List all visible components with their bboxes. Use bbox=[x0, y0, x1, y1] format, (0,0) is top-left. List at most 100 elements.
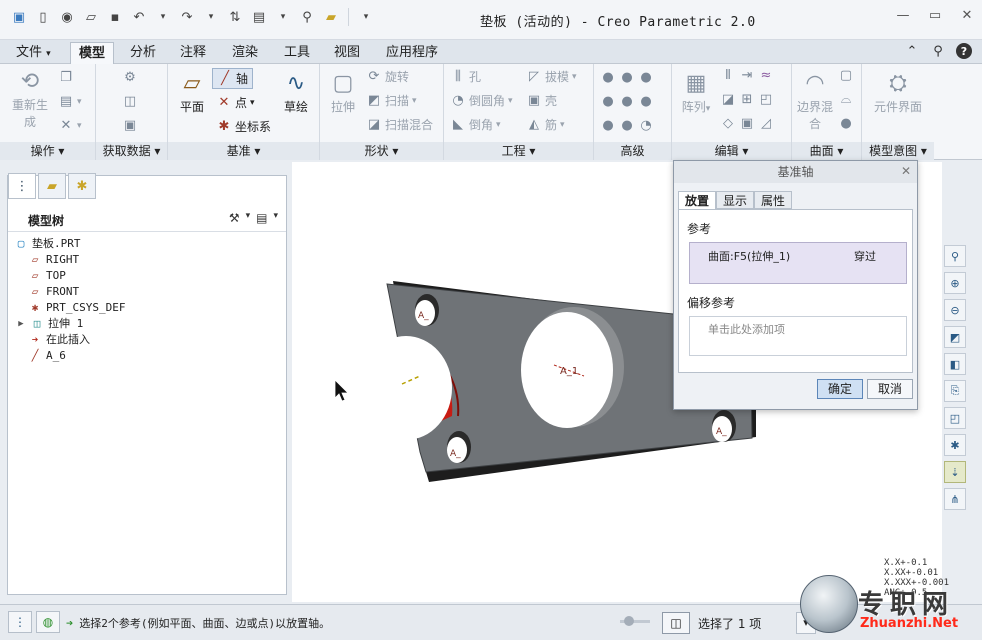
tab-render[interactable]: 渲染 bbox=[224, 42, 266, 64]
group-footer-get-data[interactable]: 获取数据 ▾ bbox=[96, 142, 167, 160]
group-footer-editing[interactable]: 编辑 ▾ bbox=[672, 142, 791, 160]
extrude-button[interactable]: ▢ 拉伸 bbox=[326, 70, 360, 115]
tree-item-insert-here[interactable]: ➔ 在此插入 bbox=[14, 332, 125, 348]
tree-item-axis[interactable]: ╱ A_6 bbox=[14, 348, 125, 364]
tree-item-part[interactable]: ▢ 垫板.PRT bbox=[14, 236, 125, 252]
favorites-tab-icon[interactable]: ✱ bbox=[68, 173, 96, 199]
trim-button[interactable]: ◇ ▣ ◿ bbox=[720, 116, 774, 132]
folder-icon[interactable]: ▰ bbox=[322, 8, 340, 26]
component-interface-button[interactable]: ⛭ 元件界面 bbox=[874, 70, 922, 115]
tree-item-right[interactable]: ▱ RIGHT bbox=[14, 252, 125, 268]
tree-item-front[interactable]: ▱ FRONT bbox=[14, 284, 125, 300]
reference-item[interactable]: 曲面:F5(拉伸_1) bbox=[708, 248, 790, 264]
search-icon[interactable]: ⚲ bbox=[930, 43, 946, 59]
saved-orientations-icon[interactable]: ⎘ bbox=[944, 380, 966, 402]
zoom-out-icon[interactable]: ⊖ bbox=[944, 299, 966, 321]
tab-file[interactable]: 文件 ▾ bbox=[8, 42, 59, 64]
repaint-icon[interactable]: ◩ bbox=[944, 326, 966, 348]
shell-button[interactable]: ▣ 壳 bbox=[526, 92, 557, 109]
hole-button[interactable]: ⫼ 孔 bbox=[450, 68, 481, 85]
navigator-toggle-icon[interactable]: ⋮ bbox=[8, 611, 32, 633]
chevron-down-icon[interactable]: ▾ bbox=[273, 211, 278, 225]
open-icon[interactable]: ◉ bbox=[58, 8, 76, 26]
merge-button[interactable]: ◪ ⊞ ◰ bbox=[720, 92, 774, 108]
tree-item-extrude[interactable]: ▶ ◫ 拉伸 1 bbox=[14, 316, 125, 332]
show-icon[interactable]: ▤ bbox=[256, 211, 267, 225]
cancel-button[interactable]: 取消 bbox=[867, 379, 913, 399]
find-icon[interactable]: ◫ bbox=[662, 612, 690, 634]
tab-display[interactable]: 显示 bbox=[716, 191, 755, 209]
help-icon[interactable]: ? bbox=[956, 43, 972, 59]
settings-icon[interactable]: ⚒ bbox=[229, 211, 240, 225]
fill-button[interactable]: ▢ bbox=[838, 68, 854, 84]
paste-button[interactable]: ▤ ▾ bbox=[58, 94, 82, 110]
folder-browser-tab-icon[interactable]: ▰ bbox=[38, 173, 66, 199]
undo-icon[interactable]: ↶ bbox=[130, 8, 148, 26]
annotation-display-icon[interactable]: ⋔ bbox=[944, 488, 966, 510]
group-footer-datum[interactable]: 基准 ▾ bbox=[168, 142, 319, 160]
datum-display-icon[interactable]: ✱ bbox=[944, 434, 966, 456]
display-style-icon[interactable]: ◧ bbox=[944, 353, 966, 375]
tab-applications[interactable]: 应用程序 bbox=[378, 42, 446, 64]
minimize-icon[interactable]: — bbox=[896, 8, 910, 23]
browser-toggle-icon[interactable]: ◍ bbox=[36, 611, 60, 633]
reference-constraint[interactable]: 穿过 bbox=[854, 248, 876, 264]
group-footer-operations[interactable]: 操作 ▾ bbox=[0, 142, 95, 160]
shrinkwrap-button[interactable]: ▣ bbox=[122, 118, 138, 134]
maximize-icon[interactable]: ▭ bbox=[928, 8, 942, 23]
regenerate-icon[interactable]: ⇅ bbox=[226, 8, 244, 26]
tab-properties[interactable]: 属性 bbox=[754, 191, 793, 209]
plane-button[interactable]: ▱ 平面 bbox=[174, 70, 210, 115]
boundary-blend-button[interactable]: ◠ 边界混合 bbox=[796, 70, 834, 132]
group-footer-model-intent[interactable]: 模型意图 ▾ bbox=[862, 142, 934, 160]
view-manager-icon[interactable]: ◰ bbox=[944, 407, 966, 429]
zoom-in-icon[interactable]: ⊕ bbox=[944, 272, 966, 294]
revolve-button[interactable]: ⟳ 旋转 bbox=[366, 68, 409, 85]
redo-icon[interactable]: ↷ bbox=[178, 8, 196, 26]
advanced-tool-1[interactable]: ● ● ● bbox=[600, 70, 654, 86]
sketch-button[interactable]: ∿ 草绘 bbox=[278, 70, 314, 115]
tab-model[interactable]: 模型 bbox=[70, 42, 115, 64]
mirror-button[interactable]: ⫴ ⇥ ≈ bbox=[720, 68, 774, 84]
chamfer-button[interactable]: ◣ 倒角 ▾ bbox=[450, 116, 501, 133]
refit-icon[interactable]: ⚲ bbox=[944, 245, 966, 267]
point-button[interactable]: ✕ 点 ▾ bbox=[216, 94, 255, 111]
close-icon[interactable]: ✕ bbox=[901, 164, 911, 178]
swept-blend-button[interactable]: ◪ 扫描混合 bbox=[366, 116, 433, 133]
copy-geometry-button[interactable]: ◫ bbox=[122, 94, 138, 110]
tab-placement[interactable]: 放置 bbox=[678, 191, 717, 209]
datum-axis-display-icon[interactable]: ⇣ bbox=[944, 461, 966, 483]
expand-icon[interactable]: ▶ bbox=[16, 316, 26, 332]
offset-references-list[interactable]: 单击此处添加项 bbox=[689, 316, 907, 356]
advanced-tool-3[interactable]: ● ● ◔ bbox=[600, 118, 654, 134]
windows-dropdown-icon[interactable]: ▾ bbox=[274, 8, 292, 26]
user-defined-feature-button[interactable]: ⚙ bbox=[122, 70, 138, 86]
references-list[interactable]: 曲面:F5(拉伸_1) 穿过 bbox=[689, 242, 907, 284]
style-button[interactable]: ⌓ bbox=[838, 92, 854, 108]
group-footer-shapes[interactable]: 形状 ▾ bbox=[320, 142, 443, 160]
axis-button[interactable]: ╱ 轴 bbox=[212, 68, 254, 89]
tab-analysis[interactable]: 分析 bbox=[122, 42, 164, 64]
new-icon[interactable]: ▯ bbox=[34, 8, 52, 26]
tab-view[interactable]: 视图 bbox=[326, 42, 368, 64]
regenerate-button[interactable]: ⟲ 重新生成 bbox=[10, 68, 50, 130]
tree-item-top[interactable]: ▱ TOP bbox=[14, 268, 125, 284]
rib-button[interactable]: ◭ 筋 ▾ bbox=[526, 116, 565, 133]
save-icon[interactable]: ▪ bbox=[106, 8, 124, 26]
ok-button[interactable]: 确定 bbox=[817, 379, 863, 399]
delete-button[interactable]: ✕ ▾ bbox=[58, 118, 82, 134]
undo-dropdown-icon[interactable]: ▾ bbox=[154, 8, 172, 26]
group-footer-advanced[interactable]: 高级 bbox=[594, 142, 671, 160]
selection-slider[interactable] bbox=[620, 615, 650, 629]
tab-tools[interactable]: 工具 bbox=[276, 42, 318, 64]
collapse-ribbon-icon[interactable]: ⌃ bbox=[904, 43, 920, 59]
copy-button[interactable]: ❐ bbox=[58, 70, 74, 86]
chevron-down-icon[interactable]: ▾ bbox=[246, 211, 251, 225]
model-tree-tab-icon[interactable]: ⋮ bbox=[8, 173, 36, 199]
draft-button[interactable]: ◸ 拔模 ▾ bbox=[526, 68, 577, 85]
more-icon[interactable]: ▾ bbox=[357, 8, 375, 26]
advanced-tool-2[interactable]: ● ● ● bbox=[600, 94, 654, 110]
pattern-button[interactable]: ▦ 阵列▾ bbox=[676, 70, 716, 115]
close-icon[interactable]: ✕ bbox=[960, 8, 974, 23]
redo-dropdown-icon[interactable]: ▾ bbox=[202, 8, 220, 26]
